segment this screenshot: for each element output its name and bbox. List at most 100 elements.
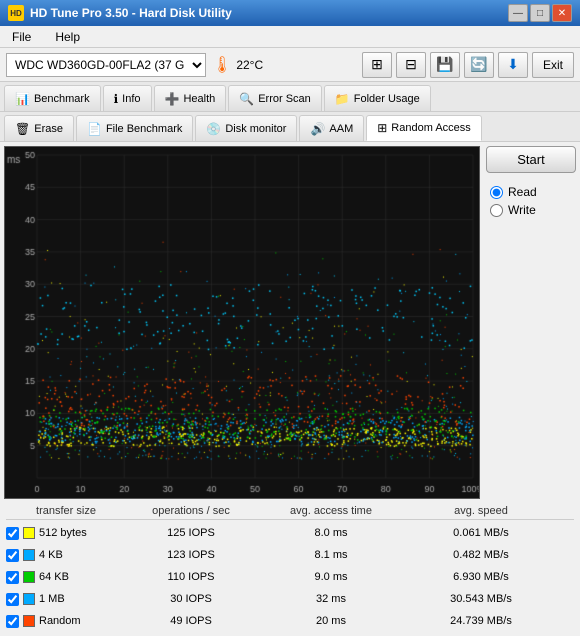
row-speed-3: 30.543 MB/s [406, 593, 556, 605]
toolbar-buttons: ⊞ ⊟ 💾 🔄 ⬇ Exit [362, 52, 574, 78]
toolbar-btn-save[interactable]: 💾 [430, 52, 460, 78]
health-icon: ➕ [165, 92, 180, 106]
row-transfer-size-2: 64 KB [39, 571, 69, 583]
toolbar-btn-refresh[interactable]: 🔄 [464, 52, 494, 78]
row-access-0: 8.0 ms [256, 527, 406, 539]
read-radio[interactable] [490, 186, 503, 199]
menu-help[interactable]: Help [49, 28, 86, 46]
erase-icon: 🗑 [15, 122, 30, 136]
toolbar-btn-2[interactable]: ⊟ [396, 52, 426, 78]
row-checkbox-3[interactable] [6, 593, 19, 606]
color-indicator-4 [23, 615, 35, 627]
disk-monitor-icon: 💿 [206, 122, 221, 136]
tab-bar-2: 🗑 Erase 📄 File Benchmark 💿 Disk monitor … [0, 112, 580, 142]
tab-random-access[interactable]: ⊞ Random Access [366, 115, 482, 141]
table-row: 1 MB 30 IOPS 32 ms 30.543 MB/s [6, 588, 574, 610]
row-access-1: 8.1 ms [256, 549, 406, 561]
tab-aam[interactable]: 🔊 AAM [299, 115, 364, 141]
tab-error-scan[interactable]: 🔍 Error Scan [228, 85, 322, 111]
row-label-4: Random [6, 615, 126, 628]
col-transfer-size: transfer size [6, 505, 126, 517]
row-checkbox-2[interactable] [6, 571, 19, 584]
row-access-4: 20 ms [256, 615, 406, 627]
col-access-time: avg. access time [256, 505, 406, 517]
col-ops: operations / sec [126, 505, 256, 517]
tab-erase[interactable]: 🗑 Erase [4, 115, 74, 141]
row-transfer-size-0: 512 bytes [39, 527, 87, 539]
row-checkbox-0[interactable] [6, 527, 19, 540]
benchmark-icon: 📊 [15, 92, 30, 106]
disk-selector[interactable]: WDC WD360GD-00FLA2 (37 GB) [6, 53, 206, 77]
title-bar: HD HD Tune Pro 3.50 - Hard Disk Utility … [0, 0, 580, 26]
tab-health[interactable]: ➕ Health [154, 85, 227, 111]
write-label: Write [508, 203, 536, 217]
error-scan-icon: 🔍 [239, 92, 254, 106]
start-button[interactable]: Start [486, 146, 576, 173]
read-label: Read [508, 185, 537, 199]
row-checkbox-4[interactable] [6, 615, 19, 628]
table-row: 512 bytes 125 IOPS 8.0 ms 0.061 MB/s [6, 522, 574, 544]
table-row: 4 KB 123 IOPS 8.1 ms 0.482 MB/s [6, 544, 574, 566]
chart-container [4, 146, 480, 499]
temperature-value: 22°C [236, 58, 263, 72]
main-content: Start Read Write [0, 142, 580, 503]
color-indicator-2 [23, 571, 35, 583]
color-indicator-3 [23, 593, 35, 605]
tab-benchmark[interactable]: 📊 Benchmark [4, 85, 101, 111]
color-indicator-0 [23, 527, 35, 539]
row-speed-0: 0.061 MB/s [406, 527, 556, 539]
window-controls: — □ ✕ [508, 4, 572, 22]
table-header-row: transfer size operations / sec avg. acce… [6, 505, 574, 520]
tab-file-benchmark[interactable]: 📄 File Benchmark [76, 115, 193, 141]
maximize-button[interactable]: □ [530, 4, 550, 22]
folder-icon: 📁 [335, 92, 350, 106]
row-speed-1: 0.482 MB/s [406, 549, 556, 561]
tab-info[interactable]: ℹ Info [103, 85, 152, 111]
row-label-0: 512 bytes [6, 527, 126, 540]
close-button[interactable]: ✕ [552, 4, 572, 22]
row-transfer-size-1: 4 KB [39, 549, 63, 561]
toolbar-btn-down[interactable]: ⬇ [498, 52, 528, 78]
toolbar: WDC WD360GD-00FLA2 (37 GB) 🌡 22°C ⊞ ⊟ 💾 … [0, 48, 580, 82]
row-label-1: 4 KB [6, 549, 126, 562]
random-access-icon: ⊞ [377, 121, 387, 135]
tab-disk-monitor[interactable]: 💿 Disk monitor [195, 115, 297, 141]
col-speed: avg. speed [406, 505, 556, 517]
row-label-2: 64 KB [6, 571, 126, 584]
row-ops-1: 123 IOPS [126, 549, 256, 561]
info-icon: ℹ [114, 92, 119, 106]
row-transfer-size-3: 1 MB [39, 593, 65, 605]
temperature-display: 🌡 22°C [212, 55, 263, 75]
row-ops-3: 30 IOPS [126, 593, 256, 605]
menu-file[interactable]: File [6, 28, 37, 46]
table-row: 64 KB 110 IOPS 9.0 ms 6.930 MB/s [6, 566, 574, 588]
row-checkbox-1[interactable] [6, 549, 19, 562]
table-rows: 512 bytes 125 IOPS 8.0 ms 0.061 MB/s 4 K… [6, 522, 574, 632]
app-icon: HD [8, 5, 24, 21]
row-access-2: 9.0 ms [256, 571, 406, 583]
color-indicator-1 [23, 549, 35, 561]
minimize-button[interactable]: — [508, 4, 528, 22]
toolbar-btn-1[interactable]: ⊞ [362, 52, 392, 78]
window-title: HD Tune Pro 3.50 - Hard Disk Utility [30, 6, 232, 20]
results-table: transfer size operations / sec avg. acce… [0, 503, 580, 636]
read-radio-row: Read [490, 185, 572, 199]
side-panel: Start Read Write [486, 146, 576, 499]
chart-canvas [5, 147, 480, 499]
tab-folder-usage[interactable]: 📁 Folder Usage [324, 85, 431, 111]
menu-bar: File Help [0, 26, 580, 48]
row-ops-0: 125 IOPS [126, 527, 256, 539]
file-benchmark-icon: 📄 [87, 122, 102, 136]
thermometer-icon: 🌡 [212, 55, 232, 75]
mode-radio-group: Read Write [486, 181, 576, 221]
row-ops-4: 49 IOPS [126, 615, 256, 627]
tab-bar-1: 📊 Benchmark ℹ Info ➕ Health 🔍 Error Scan… [0, 82, 580, 112]
row-speed-2: 6.930 MB/s [406, 571, 556, 583]
exit-button[interactable]: Exit [532, 52, 574, 78]
row-ops-2: 110 IOPS [126, 571, 256, 583]
row-label-3: 1 MB [6, 593, 126, 606]
row-speed-4: 24.739 MB/s [406, 615, 556, 627]
write-radio[interactable] [490, 204, 503, 217]
row-access-3: 32 ms [256, 593, 406, 605]
table-row: Random 49 IOPS 20 ms 24.739 MB/s [6, 610, 574, 632]
